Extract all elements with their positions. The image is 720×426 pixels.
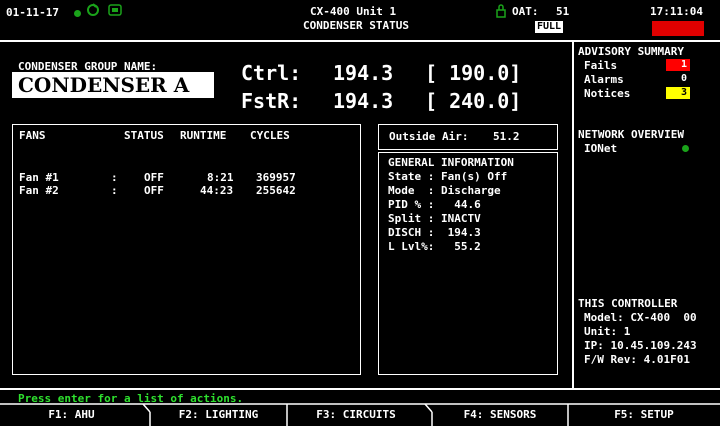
ctrl-setpoint[interactable]: [ 190.0] — [425, 61, 521, 85]
status-col-header: STATUS — [124, 129, 164, 142]
advisory-title: ADVISORY SUMMARY — [578, 45, 684, 58]
fan-name: Fan #2 — [19, 184, 59, 197]
alarms-count: 0 — [680, 73, 687, 84]
state-line: State : Fan(s) Off — [388, 170, 508, 183]
general-info-title: GENERAL INFORMATION — [388, 156, 514, 169]
cycles-col-header: CYCLES — [250, 129, 290, 142]
right-divider — [572, 42, 574, 388]
network-title: NETWORK OVERVIEW — [578, 128, 684, 141]
disch-line: DISCH : 194.3 — [388, 226, 481, 239]
date-display: 01-11-17 — [6, 6, 59, 19]
split-line: Split : INACTV — [388, 212, 481, 225]
fan-runtime: 8:21 — [207, 171, 234, 184]
fan-separator: : — [111, 184, 118, 197]
outside-air-label: Outside Air: — [389, 130, 469, 143]
table-row[interactable]: Fan #1 : OFF 8:21 369957 — [13, 171, 358, 184]
unit-title: CX-400 Unit 1 — [310, 5, 397, 18]
group-name-field[interactable]: CONDENSER A — [12, 72, 214, 98]
ctrl-label: Ctrl: — [241, 61, 302, 85]
network-icon — [86, 3, 100, 20]
fan-status: OFF — [144, 184, 164, 197]
fails-count: 1 — [666, 59, 690, 71]
ctrl-value: 194.3 — [333, 61, 394, 85]
lock-icon — [496, 4, 506, 21]
f3-circuits-button[interactable]: F3: CIRCUITS — [287, 404, 425, 426]
status-dot-icon — [74, 10, 81, 17]
controller-firmware: F/W Rev: 4.01F01 — [584, 353, 690, 366]
controller-ip: IP: 10.45.109.243 — [584, 339, 697, 352]
clock-time: 17:11:04 — [650, 5, 703, 18]
controller-model: Model: CX-400 00 — [584, 311, 697, 324]
f2-lighting-button[interactable]: F2: LIGHTING — [150, 404, 287, 426]
fan-name: Fan #1 — [19, 171, 59, 184]
f4-sensors-button[interactable]: F4: SENSORS — [432, 404, 568, 426]
outside-air-value: 51.2 — [493, 130, 520, 143]
table-row[interactable]: Fan #2 : OFF 44:23 255642 — [13, 184, 358, 197]
outside-air-box: Outside Air: 51.2 — [378, 124, 558, 150]
fan-runtime: 44:23 — [200, 184, 234, 197]
mode-line: Mode : Discharge — [388, 184, 501, 197]
advisory-notices[interactable]: Notices 3 — [584, 87, 694, 100]
ionet-status-icon — [682, 145, 689, 152]
oat-value: 51 — [556, 5, 570, 18]
fan-separator: : — [111, 171, 118, 184]
advisory-fails[interactable]: Fails 1 — [584, 59, 694, 72]
fan-status: OFF — [144, 171, 164, 184]
mode-badge: FULL — [535, 21, 564, 33]
advisory-alarms[interactable]: Alarms 0 — [584, 73, 694, 86]
screen-title: CONDENSER STATUS — [303, 19, 409, 32]
level-line: L Lvl%: 55.2 — [388, 240, 481, 253]
fan-cycles: 369957 — [256, 171, 296, 184]
pid-line: PID % : 44.6 — [388, 198, 481, 211]
fans-table: FANS STATUS RUNTIME CYCLES Fan #1 : OFF … — [12, 124, 361, 375]
oat-label: OAT: — [512, 5, 539, 18]
alarm-indicator[interactable] — [652, 21, 704, 36]
notices-label: Notices — [584, 87, 631, 100]
top-status-bar: 01-11-17 CX-400 Unit 1 CONDENSER STATUS … — [0, 0, 720, 38]
f1-ahu-button[interactable]: F1: AHU — [0, 404, 143, 426]
general-info-box: GENERAL INFORMATION State : Fan(s) Off M… — [378, 152, 558, 375]
ionet-label: IONet — [584, 142, 618, 155]
fan-cycles: 255642 — [256, 184, 296, 197]
controller-unit: Unit: 1 — [584, 325, 631, 338]
runtime-col-header: RUNTIME — [180, 129, 227, 142]
fstr-setpoint[interactable]: [ 240.0] — [425, 89, 521, 113]
fstr-label: FstR: — [241, 89, 302, 113]
top-divider — [0, 40, 720, 42]
alarms-label: Alarms — [584, 73, 624, 86]
device-icon — [108, 4, 122, 19]
network-item-ionet[interactable]: IONet — [584, 142, 694, 155]
fails-label: Fails — [584, 59, 618, 72]
notices-count: 3 — [666, 87, 690, 99]
f5-setup-button[interactable]: F5: SETUP — [568, 404, 720, 426]
fstr-value: 194.3 — [333, 89, 394, 113]
fans-col-header: FANS — [19, 129, 46, 142]
bottom-divider — [0, 388, 720, 390]
controller-title: THIS CONTROLLER — [578, 297, 678, 310]
